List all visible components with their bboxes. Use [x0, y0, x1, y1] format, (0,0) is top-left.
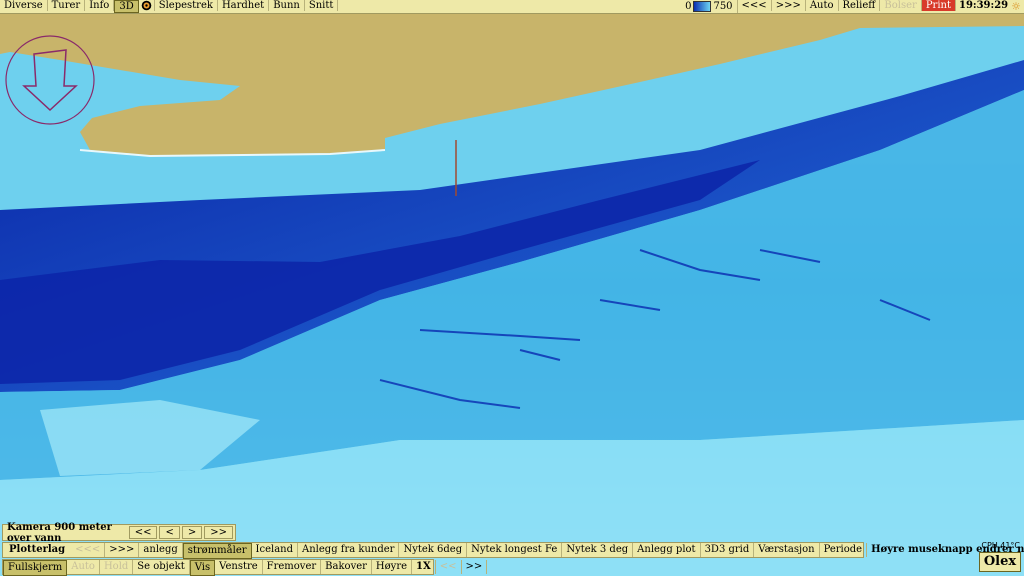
- bathymetry-3d-view[interactable]: [0, 0, 1024, 576]
- layer-nytek-3deg[interactable]: Nytek 3 deg: [562, 543, 634, 557]
- bottom-control-bar: Fullskjerm Auto Hold Se objekt Vis Venst…: [2, 559, 488, 576]
- menu-turer[interactable]: Turer: [48, 0, 86, 11]
- layer-3d3-grid[interactable]: 3D3 grid: [701, 543, 755, 557]
- compass-icon[interactable]: [4, 34, 96, 126]
- hold-button[interactable]: Hold: [100, 560, 134, 574]
- fullscreen-button[interactable]: Fullskjerm: [3, 560, 68, 576]
- plotter-title: Plotterlag: [9, 544, 66, 555]
- depth-scale-min: 0: [685, 1, 692, 12]
- speed-up-button[interactable]: >>: [462, 560, 488, 574]
- layer-nytek-6deg[interactable]: Nytek 6deg: [399, 543, 468, 557]
- forward-button[interactable]: Fremover: [263, 560, 322, 574]
- auto-button[interactable]: Auto: [806, 0, 839, 11]
- plotter-next-button[interactable]: >>>: [105, 543, 140, 557]
- depth-scale[interactable]: 0 750: [681, 0, 738, 13]
- camera-fast-back-button[interactable]: <<: [128, 526, 158, 539]
- camera-forward-button[interactable]: >: [181, 526, 203, 539]
- clock: 19:39:29: [958, 0, 1009, 11]
- right-button[interactable]: Høyre: [372, 560, 413, 574]
- plotter-layer-bar: Plotterlag <<< >>> anlegg strømmåler Ice…: [2, 542, 1024, 559]
- camera-fast-forward-button[interactable]: >>: [204, 526, 233, 539]
- periode-button[interactable]: Periode: [820, 543, 868, 557]
- backward-button[interactable]: Bakover: [321, 560, 372, 574]
- nav-back-button[interactable]: <<<: [738, 0, 772, 11]
- camera-label: Kamera 900 meter over vann: [7, 521, 112, 544]
- depth-scale-max: 750: [713, 1, 733, 12]
- boluser-button[interactable]: Bolser: [880, 0, 922, 11]
- top-menu-bar: Diverse Turer Info 3D Slepestrek Hardhet…: [0, 0, 1024, 14]
- plotter-prev-button[interactable]: <<<: [71, 543, 106, 557]
- layer-anlegg-plot[interactable]: Anlegg plot: [633, 543, 701, 557]
- nav-forward-button[interactable]: >>>: [772, 0, 806, 11]
- left-button[interactable]: Venstre: [215, 560, 263, 574]
- depth-gradient-icon: [693, 1, 712, 12]
- layer-anlegg[interactable]: anlegg: [139, 543, 183, 557]
- layer-anlegg-fra-kunder[interactable]: Anlegg fra kunder: [298, 543, 400, 557]
- target-icon[interactable]: [139, 0, 155, 11]
- menu-diverse[interactable]: Diverse: [0, 0, 48, 11]
- speed-down-button[interactable]: <<: [436, 560, 462, 574]
- camera-panel: Kamera 900 meter over vann << < > >>: [2, 521, 236, 544]
- sun-icon: ☼: [1011, 0, 1021, 13]
- see-object-button[interactable]: Se objekt: [133, 560, 190, 574]
- menu-snitt[interactable]: Snitt: [305, 0, 339, 11]
- auto-follow-button[interactable]: Auto: [67, 560, 100, 574]
- layer-vaerstasjon[interactable]: Værstasjon: [754, 543, 820, 557]
- camera-back-button[interactable]: <: [159, 526, 180, 539]
- cpu-temperature: CPU 41°C: [981, 541, 1020, 550]
- heading-arrow-icon: [22, 49, 78, 112]
- menu-3d[interactable]: 3D: [114, 0, 139, 13]
- olex-logo-button[interactable]: Olex: [979, 552, 1021, 572]
- menu-hardhet[interactable]: Hardhet: [218, 0, 270, 11]
- relief-button[interactable]: Relieff: [839, 0, 881, 11]
- menu-info[interactable]: Info: [85, 0, 115, 11]
- print-button[interactable]: Print: [921, 0, 956, 11]
- show-button[interactable]: Vis: [189, 560, 216, 576]
- layer-nytek-longest[interactable]: Nytek longest Fe: [467, 543, 563, 557]
- menu-bunn[interactable]: Bunn: [269, 0, 305, 11]
- layer-strommaler[interactable]: strømmåler: [182, 543, 252, 559]
- speed-button[interactable]: 1X: [412, 560, 436, 574]
- layer-iceland[interactable]: Iceland: [252, 543, 299, 557]
- menu-slepestrek[interactable]: Slepestrek: [155, 0, 218, 11]
